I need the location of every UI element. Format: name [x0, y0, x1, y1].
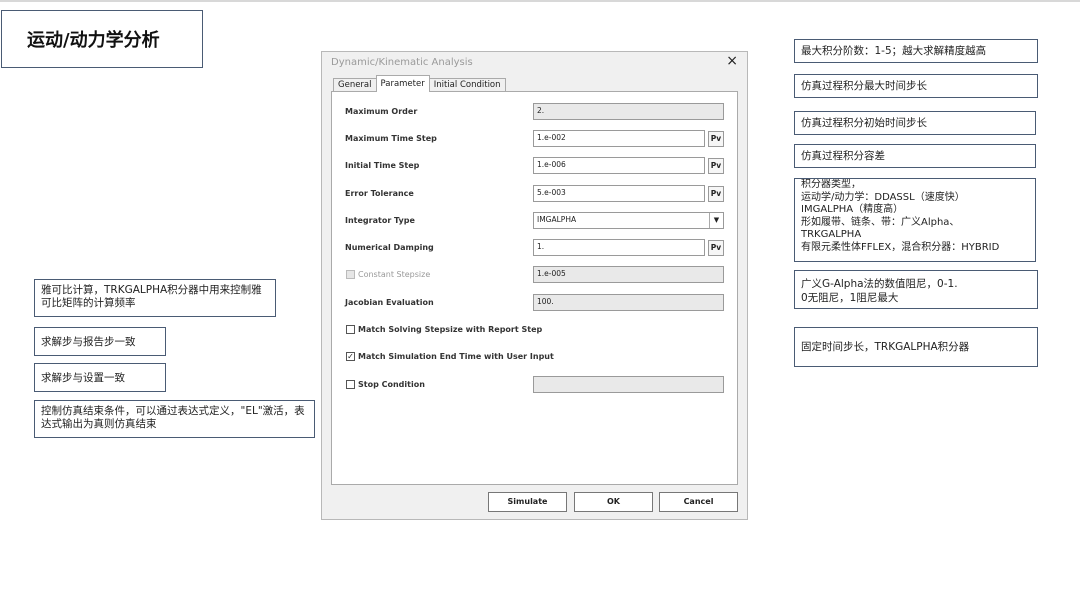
note-integrator-line: TRKGALPHA — [801, 229, 862, 240]
match-end-time-checkbox[interactable]: ✓ — [346, 352, 355, 361]
tab-parameter[interactable]: Parameter — [375, 75, 430, 92]
jacobian-evaluation-label: Jacobian Evaluation — [345, 298, 434, 307]
stop-condition-label: Stop Condition — [358, 380, 425, 389]
integrator-type-select[interactable]: IMGALPHA ▼ — [533, 212, 724, 229]
stop-condition-field — [533, 376, 724, 393]
analysis-dialog: Dynamic/Kinematic Analysis × General Par… — [321, 51, 748, 520]
stop-condition-checkbox[interactable] — [346, 380, 355, 389]
chevron-down-icon[interactable]: ▼ — [709, 213, 723, 228]
integrator-type-label: Integrator Type — [345, 216, 415, 225]
check-icon: ✓ — [347, 352, 354, 361]
note-max-time-step: 仿真过程积分最大时间步长 — [794, 74, 1038, 98]
match-stepsize-label: Match Solving Stepsize with Report Step — [358, 325, 543, 334]
note-integrator-line: 积分器类型， — [801, 179, 861, 190]
note-match-end-time: 求解步与设置一致 — [34, 363, 166, 392]
close-icon[interactable]: × — [726, 53, 738, 69]
note-integrator-line: 形如履带、链条、带：广义Alpha、 — [801, 216, 960, 228]
note-damping-line: 0无阻尼，1阻尼最大 — [801, 292, 899, 304]
max-time-step-pv-button[interactable]: Pv — [708, 131, 724, 147]
initial-time-step-input[interactable]: 1.e-006 — [533, 157, 705, 174]
constant-stepsize-field: 1.e-005 — [533, 266, 724, 283]
note-integrator-line: 运动学/动力学：DDASSL（速度快） — [801, 191, 965, 203]
note-error-tolerance: 仿真过程积分容差 — [794, 144, 1036, 168]
max-time-step-label: Maximum Time Step — [345, 134, 437, 143]
note-numerical-damping: 广义G-Alpha法的数值阻尼，0-1. 0无阻尼，1阻尼最大 — [794, 270, 1038, 309]
slide-title: 运动/动力学分析 — [1, 10, 203, 68]
note-integrator-line: 有限元柔性体FFLEX，混合积分器：HYBRID — [801, 241, 1000, 253]
max-time-step-input[interactable]: 1.e-002 — [533, 130, 705, 147]
tab-initial-condition[interactable]: Initial Condition — [428, 78, 506, 92]
tab-bar: General Parameter Initial Condition — [333, 75, 506, 92]
cancel-button[interactable]: Cancel — [659, 492, 738, 512]
match-stepsize-checkbox[interactable] — [346, 325, 355, 334]
numerical-damping-label: Numerical Damping — [345, 243, 434, 252]
note-constant-stepsize: 固定时间步长，TRKGALPHA积分器 — [794, 327, 1038, 367]
note-integrator-type: 积分器类型， 运动学/动力学：DDASSL（速度快） IMGALPHA（精度高）… — [794, 178, 1036, 262]
numerical-damping-pv-button[interactable]: Pv — [708, 240, 724, 256]
error-tolerance-pv-button[interactable]: Pv — [708, 186, 724, 202]
integrator-type-value: IMGALPHA — [537, 215, 577, 224]
note-initial-time-step: 仿真过程积分初始时间步长 — [794, 111, 1036, 135]
error-tolerance-input[interactable]: 5.e-003 — [533, 185, 705, 202]
note-match-stepsize: 求解步与报告步一致 — [34, 327, 166, 356]
parameter-panel: Maximum Order 2. Maximum Time Step 1.e-0… — [331, 91, 738, 485]
initial-time-step-label: Initial Time Step — [345, 161, 420, 170]
dialog-title: Dynamic/Kinematic Analysis — [331, 57, 473, 68]
initial-time-step-pv-button[interactable]: Pv — [708, 158, 724, 174]
error-tolerance-label: Error Tolerance — [345, 189, 414, 198]
ok-button[interactable]: OK — [574, 492, 653, 512]
constant-stepsize-checkbox[interactable] — [346, 270, 355, 279]
top-divider — [0, 0, 1080, 2]
match-end-time-label: Match Simulation End Time with User Inpu… — [358, 352, 554, 361]
note-integrator-line: IMGALPHA（精度高） — [801, 204, 904, 215]
note-jacobian: 雅可比计算，TRKGALPHA积分器中用来控制雅可比矩阵的计算频率 — [34, 279, 276, 317]
note-stop-condition: 控制仿真结束条件，可以通过表达式定义，"EL"激活，表达式输出为真则仿真结束 — [34, 400, 315, 438]
constant-stepsize-label: Constant Stepsize — [358, 270, 431, 279]
numerical-damping-input[interactable]: 1. — [533, 239, 705, 256]
tab-general[interactable]: General — [333, 78, 377, 92]
jacobian-evaluation-field: 100. — [533, 294, 724, 311]
max-order-label: Maximum Order — [345, 107, 418, 116]
simulate-button[interactable]: Simulate — [488, 492, 567, 512]
max-order-field: 2. — [533, 103, 724, 120]
note-damping-line: 广义G-Alpha法的数值阻尼，0-1. — [801, 278, 958, 290]
note-max-order: 最大积分阶数：1-5；越大求解精度越高 — [794, 39, 1038, 63]
